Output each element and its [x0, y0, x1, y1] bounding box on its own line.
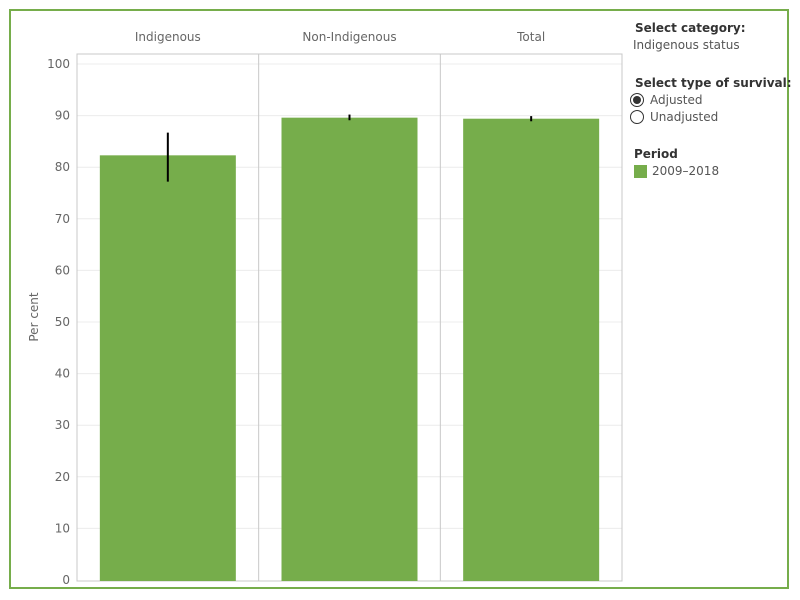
bar — [281, 117, 418, 581]
y-tick-label: 60 — [55, 263, 70, 277]
y-tick-label: 20 — [55, 470, 70, 484]
y-tick-label: 0 — [62, 573, 70, 587]
radio-adjusted[interactable]: Adjusted — [630, 93, 703, 107]
y-tick-label: 90 — [55, 109, 70, 123]
y-tick-label: 10 — [55, 521, 70, 535]
radio-selected-dot — [633, 96, 641, 104]
y-axis-title: Per cent — [27, 292, 41, 342]
y-tick-label: 40 — [55, 367, 70, 381]
category-header: Indigenous — [135, 30, 201, 44]
bar-chart: 0 10 20 30 40 50 60 70 80 90 100 Per cent Indigenous… — [27, 30, 623, 587]
y-tick-label: 50 — [55, 315, 70, 329]
category-title: Select category: — [635, 21, 746, 35]
radio-adjusted-button[interactable] — [630, 93, 644, 107]
period-legend-label[interactable]: 2009–2018 — [652, 164, 719, 178]
survival-type-title: Select type of survival: — [635, 76, 792, 90]
bar — [463, 118, 600, 582]
y-tick-label: 30 — [55, 418, 70, 432]
y-tick-label: 80 — [55, 160, 70, 174]
bar — [99, 155, 236, 581]
y-tick-label: 100 — [47, 57, 70, 71]
period-title: Period — [634, 147, 678, 161]
radio-adjusted-label: Adjusted — [650, 93, 703, 107]
radio-unadjusted[interactable]: Unadjusted — [630, 110, 718, 124]
y-tick-label: 70 — [55, 212, 70, 226]
period-legend-swatch — [634, 165, 647, 178]
category-header: Non-Indigenous — [302, 30, 396, 44]
category-header: Total — [516, 30, 545, 44]
radio-unadjusted-label: Unadjusted — [650, 110, 719, 124]
category-value[interactable]: Indigenous status — [633, 38, 740, 52]
radio-unadjusted-button[interactable] — [630, 110, 644, 124]
